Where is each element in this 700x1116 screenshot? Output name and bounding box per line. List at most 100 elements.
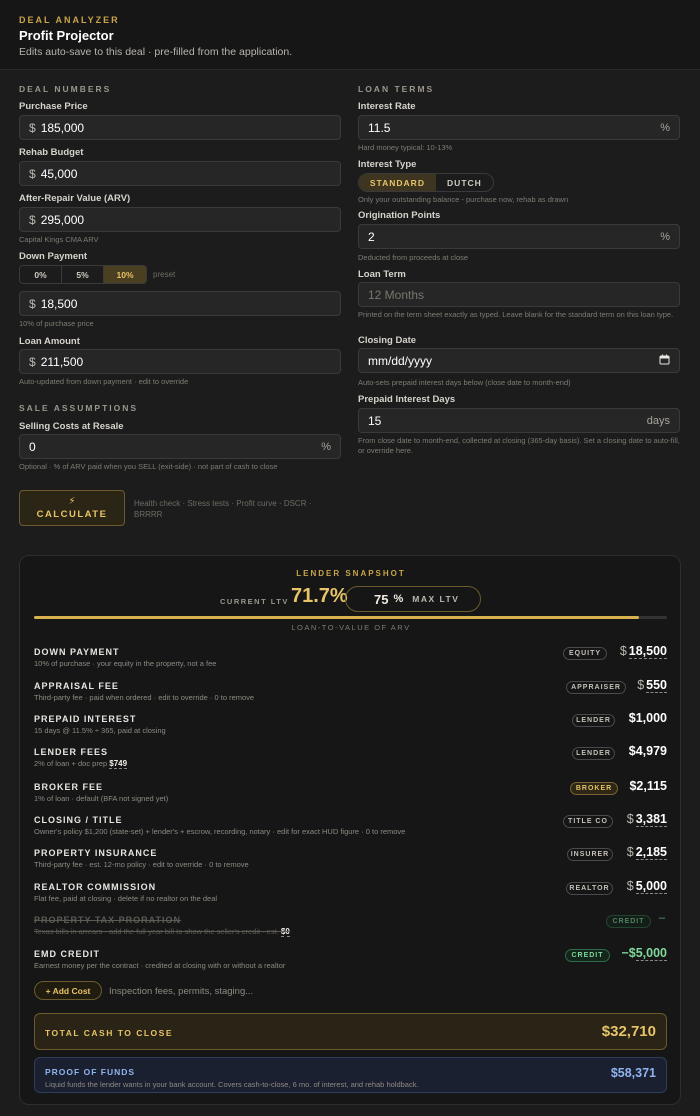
origination-points-input[interactable]: 2 % <box>358 224 680 249</box>
preset-0-button[interactable]: 0% <box>20 266 62 283</box>
purchase-price-input[interactable]: $ 185,000 <box>19 115 341 140</box>
cost-tag: LENDER <box>572 714 615 727</box>
cost-name: DOWN PAYMENT <box>34 647 120 657</box>
currency-symbol: $ <box>29 354 36 369</box>
cost-tag: TITLE CO <box>563 815 613 828</box>
current-ltv-label: CURRENT LTV <box>220 597 289 606</box>
arv-input[interactable]: $ 295,000 <box>19 207 341 232</box>
cost-amount[interactable]: $4,979 <box>629 744 667 758</box>
current-ltv-value: 71.7% <box>291 585 348 607</box>
cost-desc-text: 1% of loan · default (BFA not signed yet… <box>34 794 169 803</box>
interest-rate-input[interactable]: 11.5 % <box>358 115 680 140</box>
cost-desc: Texas bills in arrears · add the full-ye… <box>34 927 290 937</box>
dollar-sign: $ <box>626 879 634 893</box>
deal-numbers-heading: DEAL NUMBERS <box>19 84 112 94</box>
ltv-bar <box>34 616 667 619</box>
purchase-price-value: 185,000 <box>40 120 85 135</box>
cost-amount[interactable]: −$5,000 <box>621 946 667 961</box>
cost-amount[interactable]: $2,185 <box>626 845 667 860</box>
cost-name: BROKER FEE <box>34 782 104 792</box>
calculate-label: CALCULATE <box>36 508 108 520</box>
amount-value: $4,979 <box>628 744 667 758</box>
cost-row[interactable]: LENDER FEES 2% of loan + doc prep $749 LEN… <box>34 744 667 775</box>
cost-desc: Flat fee, paid at closing · delete if no… <box>34 894 217 903</box>
prepaid-days-label: Prepaid Interest Days <box>358 394 456 405</box>
cost-desc-text: Earnest money per the contract · credite… <box>34 961 286 970</box>
amount-prefix: −$ <box>621 946 636 960</box>
cost-name: APPRAISAL FEE <box>34 681 119 691</box>
cost-tag: CREDIT <box>606 915 651 928</box>
add-cost-button[interactable]: + Add Cost <box>34 981 102 1000</box>
cost-desc-value[interactable]: $0 <box>280 927 290 937</box>
loan-amount-value: 211,500 <box>40 354 84 369</box>
dollar-sign: $ <box>626 845 634 859</box>
interest-rate-value: 11.5 <box>368 120 391 135</box>
cost-desc-text: 15 days @ 11.5% ÷ 365, paid at closing <box>34 726 166 735</box>
preset-5-button[interactable]: 5% <box>62 266 104 283</box>
dutch-option[interactable]: DUTCH <box>436 174 493 191</box>
cost-row[interactable]: DOWN PAYMENT 10% of purchase · your equit… <box>34 644 667 675</box>
cost-row[interactable]: PROPERTY INSURANCE Third-party fee · est.… <box>34 845 667 876</box>
prepaid-days-input[interactable]: 15 days <box>358 408 680 433</box>
interest-type-label: Interest Type <box>358 159 417 170</box>
max-ltv-input[interactable]: 75 % MAX LTV <box>345 586 481 612</box>
down-payment-value: 18,500 <box>40 296 78 311</box>
cost-row[interactable]: CLOSING / TITLE Owner's policy $1,200 (st… <box>34 812 667 843</box>
loan-terms-heading: LOAN TERMS <box>358 84 435 94</box>
closing-date-label: Closing Date <box>358 335 417 346</box>
amount-value: $2,115 <box>629 779 667 793</box>
currency-symbol: $ <box>29 212 36 227</box>
cost-desc: 2% of loan + doc prep $749 <box>34 759 128 769</box>
cost-amount[interactable]: $3,381 <box>627 812 667 827</box>
loan-term-input[interactable]: 12 Months <box>358 282 680 307</box>
dollar-sign: $ <box>619 644 627 658</box>
down-payment-input[interactable]: $ 18,500 <box>19 291 341 316</box>
cost-row[interactable]: EMD CREDIT Earnest money per the contract… <box>34 946 667 977</box>
amount-value: 550 <box>646 678 667 693</box>
closing-date-placeholder: mm/dd/yyyy <box>368 353 433 368</box>
amount-value: 5,000 <box>635 879 667 894</box>
arv-label: After-Repair Value (ARV) <box>19 193 131 204</box>
page-header: DEAL ANALYZER Profit Projector Edits aut… <box>0 0 700 70</box>
cost-amount[interactable]: – <box>659 912 665 924</box>
cost-row[interactable]: PREPAID INTEREST 15 days @ 11.5% ÷ 365, p… <box>34 711 667 742</box>
loan-amount-input[interactable]: $ 211,500 <box>19 349 341 374</box>
preset-10-button[interactable]: 10% <box>104 266 146 283</box>
cost-amount[interactable]: $1,000 <box>629 711 667 725</box>
cost-tag: BROKER <box>570 782 618 795</box>
cost-desc: 10% of purchase · your equity in the pro… <box>34 659 216 668</box>
cost-row[interactable]: BROKER FEE 1% of loan · default (BFA not … <box>34 779 667 810</box>
down-payment-presets: 0% 5% 10% <box>19 265 147 284</box>
cost-desc-text: Third-party fee · est. 12-mo policy · ed… <box>34 860 249 869</box>
origination-points-hint: Deducted from proceeds at close <box>358 253 469 262</box>
page-subtitle: Edits auto-save to this deal · pre-fille… <box>19 46 293 58</box>
cost-desc-value[interactable]: $749 <box>109 759 128 769</box>
add-cost-hint: Inspection fees, permits, staging... <box>109 986 254 997</box>
cost-amount[interactable]: $5,000 <box>626 879 667 894</box>
amount-value: – <box>658 912 665 924</box>
percent-suffix: % <box>321 440 331 453</box>
arv-hint: Capital Kings CMA ARV <box>19 235 99 244</box>
calculate-button[interactable]: ⚡ CALCULATE <box>19 490 125 526</box>
cost-desc-text: 2% of loan + doc prep <box>34 759 110 768</box>
cost-row[interactable]: APPRAISAL FEE Third-party fee · paid when… <box>34 678 667 709</box>
interest-rate-label: Interest Rate <box>358 101 416 112</box>
eyebrow: DEAL ANALYZER <box>19 15 120 25</box>
calendar-icon[interactable] <box>659 354 670 368</box>
interest-type-toggle: STANDARD DUTCH <box>358 173 494 192</box>
cost-row[interactable]: REALTOR COMMISSION Flat fee, paid at clos… <box>34 879 667 910</box>
selling-costs-input[interactable]: 0 % <box>19 434 341 459</box>
cost-amount[interactable]: $550 <box>637 678 667 693</box>
cost-tag: APPRAISER <box>566 681 626 694</box>
closing-date-input[interactable]: mm/dd/yyyy <box>358 348 680 373</box>
cost-amount[interactable]: $18,500 <box>619 644 667 659</box>
total-cash-label: TOTAL CASH TO CLOSE <box>45 1028 173 1038</box>
cost-row[interactable]: PROPERTY TAX PRORATION Texas bills in arr… <box>34 912 667 943</box>
cost-amount[interactable]: $2,115 <box>629 779 667 793</box>
cost-name: PROPERTY TAX PRORATION <box>34 915 182 925</box>
calculate-hint: Health check · Stress tests · Profit cur… <box>134 499 312 519</box>
standard-option[interactable]: STANDARD <box>359 174 436 191</box>
cost-desc: 1% of loan · default (BFA not signed yet… <box>34 794 168 803</box>
cost-desc-text: Texas bills in arrears · add the full-ye… <box>34 927 281 936</box>
rehab-budget-input[interactable]: $ 45,000 <box>19 161 341 186</box>
